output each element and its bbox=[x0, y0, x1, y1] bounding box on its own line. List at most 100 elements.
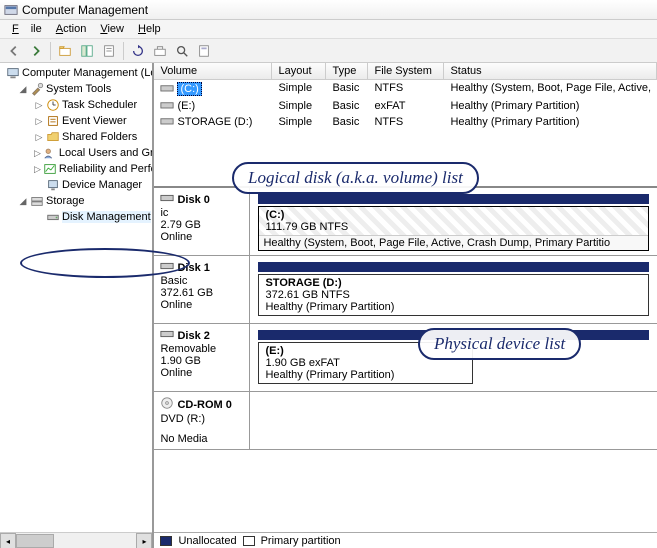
window-title: Computer Management bbox=[22, 3, 148, 17]
volume-layout: Simple bbox=[272, 81, 326, 97]
scroll-thumb[interactable] bbox=[16, 534, 54, 548]
volume-fs: exFAT bbox=[368, 99, 444, 113]
expand-icon[interactable]: ▷ bbox=[34, 116, 44, 127]
perf-icon bbox=[43, 162, 57, 176]
tree-label: Shared Folders bbox=[62, 131, 137, 143]
disk-size: 1.90 GB bbox=[160, 355, 243, 367]
tree-system-tools[interactable]: ◢ System Tools bbox=[0, 81, 152, 97]
show-hide-tree-button[interactable] bbox=[77, 41, 97, 61]
menubar: File Action View Help bbox=[0, 20, 657, 39]
volume-fs: NTFS bbox=[368, 115, 444, 129]
volume-row[interactable]: (C:) Simple Basic NTFS Healthy (System, … bbox=[154, 80, 657, 98]
tree-disk-management[interactable]: Disk Management bbox=[0, 209, 152, 225]
partition-box[interactable]: (E:) 1.90 GB exFAT Healthy (Primary Part… bbox=[258, 342, 473, 384]
col-filesystem[interactable]: File System bbox=[368, 63, 444, 79]
drive-icon bbox=[160, 117, 174, 127]
partition-box[interactable]: STORAGE (D:) 372.61 GB NTFS Healthy (Pri… bbox=[258, 274, 649, 316]
partition-title: STORAGE (D:) bbox=[265, 277, 642, 289]
disk-icon bbox=[46, 210, 60, 224]
expand-icon[interactable]: ▷ bbox=[34, 148, 41, 159]
tree-local-users[interactable]: ▷ Local Users and Grou bbox=[0, 145, 152, 161]
col-type[interactable]: Type bbox=[326, 63, 368, 79]
col-layout[interactable]: Layout bbox=[272, 63, 326, 79]
forward-button[interactable] bbox=[26, 41, 46, 61]
volume-row[interactable]: (E:) Simple Basic exFAT Healthy (Primary… bbox=[154, 98, 657, 114]
menu-help[interactable]: Help bbox=[132, 21, 167, 37]
disk-row[interactable]: CD-ROM 0 DVD (R:) No Media bbox=[154, 392, 657, 450]
disk-type: ic bbox=[160, 207, 243, 219]
tree-label: Event Viewer bbox=[62, 115, 127, 127]
partition-box[interactable]: (C:) 111.79 GB NTFS Healthy (System, Boo… bbox=[258, 206, 649, 251]
volume-list[interactable]: Volume Layout Type File System Status (C… bbox=[154, 63, 657, 188]
menu-action[interactable]: Action bbox=[50, 21, 93, 37]
toolbar-separator bbox=[50, 42, 51, 60]
tree-reliability[interactable]: ▷ Reliability and Perfor bbox=[0, 161, 152, 177]
collapse-icon[interactable]: ◢ bbox=[18, 84, 28, 95]
tree-label: Reliability and Perfor bbox=[59, 163, 155, 175]
tree-hscrollbar[interactable]: ◂ ▸ bbox=[0, 532, 152, 548]
tree-label: Storage bbox=[46, 195, 85, 207]
legend-label: Unallocated bbox=[178, 535, 236, 547]
expand-icon[interactable]: ▷ bbox=[34, 100, 44, 111]
collapse-icon[interactable]: ◢ bbox=[18, 196, 28, 207]
volume-row[interactable]: STORAGE (D:) Simple Basic NTFS Healthy (… bbox=[154, 114, 657, 130]
volume-type: Basic bbox=[326, 81, 368, 97]
partition-subtitle: 111.79 GB NTFS bbox=[265, 221, 642, 233]
back-button[interactable] bbox=[4, 41, 24, 61]
tree-storage[interactable]: ◢ Storage bbox=[0, 193, 152, 209]
volume-fs: NTFS bbox=[368, 81, 444, 97]
disk-type: DVD (R:) bbox=[160, 413, 243, 425]
disk-icon bbox=[160, 192, 174, 207]
disk-row[interactable]: Disk 1 Basic 372.61 GB Online STORAGE (D… bbox=[154, 256, 657, 324]
folder-share-icon bbox=[46, 130, 60, 144]
partition-title: (C:) bbox=[265, 209, 642, 221]
disk-summary: CD-ROM 0 DVD (R:) No Media bbox=[154, 392, 250, 449]
menu-view[interactable]: View bbox=[94, 21, 130, 37]
disk-state: Online bbox=[160, 367, 243, 379]
refresh-button[interactable] bbox=[128, 41, 148, 61]
properties-button[interactable] bbox=[99, 41, 119, 61]
partition-status: Healthy (Primary Partition) bbox=[265, 369, 466, 381]
volume-name: (C:) bbox=[177, 82, 201, 96]
disk-summary: Disk 0 ic 2.79 GB Online bbox=[154, 188, 250, 255]
disk-header-bar bbox=[258, 194, 649, 204]
tree-root[interactable]: Computer Management (Lo bbox=[0, 65, 152, 81]
tree-event-viewer[interactable]: ▷ Event Viewer bbox=[0, 113, 152, 129]
disk-header-bar bbox=[258, 262, 649, 272]
disk-size: 372.61 GB bbox=[160, 287, 243, 299]
col-volume[interactable]: Volume bbox=[154, 63, 272, 79]
find-button[interactable] bbox=[172, 41, 192, 61]
volume-status: Healthy (System, Boot, Page File, Active… bbox=[444, 81, 657, 97]
expand-icon[interactable]: ▷ bbox=[34, 164, 41, 175]
settings-button[interactable] bbox=[194, 41, 214, 61]
physical-device-list[interactable]: Disk 0 ic 2.79 GB Online (C:) 111.79 GB … bbox=[154, 188, 657, 548]
tree-task-scheduler[interactable]: ▷ Task Scheduler bbox=[0, 97, 152, 113]
tree-shared-folders[interactable]: ▷ Shared Folders bbox=[0, 129, 152, 145]
scroll-right-button[interactable]: ▸ bbox=[136, 533, 152, 548]
partition-title: (E:) bbox=[265, 345, 466, 357]
legend-swatch-primary bbox=[243, 536, 255, 546]
drive-icon bbox=[160, 101, 174, 111]
disk-row[interactable]: Disk 2 Removable 1.90 GB Online (E:) 1.9… bbox=[154, 324, 657, 392]
partition-subtitle: 1.90 GB exFAT bbox=[265, 357, 466, 369]
titlebar: Computer Management bbox=[0, 0, 657, 20]
export-button[interactable] bbox=[150, 41, 170, 61]
disk-state: Online bbox=[160, 299, 243, 311]
disk-name: Disk 0 bbox=[177, 194, 209, 206]
col-status[interactable]: Status bbox=[444, 63, 657, 79]
navigation-tree[interactable]: Computer Management (Lo ◢ System Tools ▷… bbox=[0, 63, 154, 548]
scroll-left-button[interactable]: ◂ bbox=[0, 533, 16, 548]
disk-type: Removable bbox=[160, 343, 243, 355]
tree-label: Task Scheduler bbox=[62, 99, 137, 111]
volume-header[interactable]: Volume Layout Type File System Status bbox=[154, 63, 657, 80]
volume-type: Basic bbox=[326, 99, 368, 113]
disk-row[interactable]: Disk 0 ic 2.79 GB Online (C:) 111.79 GB … bbox=[154, 188, 657, 256]
disk-state: Online bbox=[160, 231, 243, 243]
up-button[interactable] bbox=[55, 41, 75, 61]
tree-device-manager[interactable]: Device Manager bbox=[0, 177, 152, 193]
disk-summary: Disk 1 Basic 372.61 GB Online bbox=[154, 256, 250, 323]
expand-icon[interactable]: ▷ bbox=[34, 132, 44, 143]
menu-file[interactable]: File bbox=[6, 21, 48, 37]
disk-type: Basic bbox=[160, 275, 243, 287]
toolbar-separator bbox=[123, 42, 124, 60]
